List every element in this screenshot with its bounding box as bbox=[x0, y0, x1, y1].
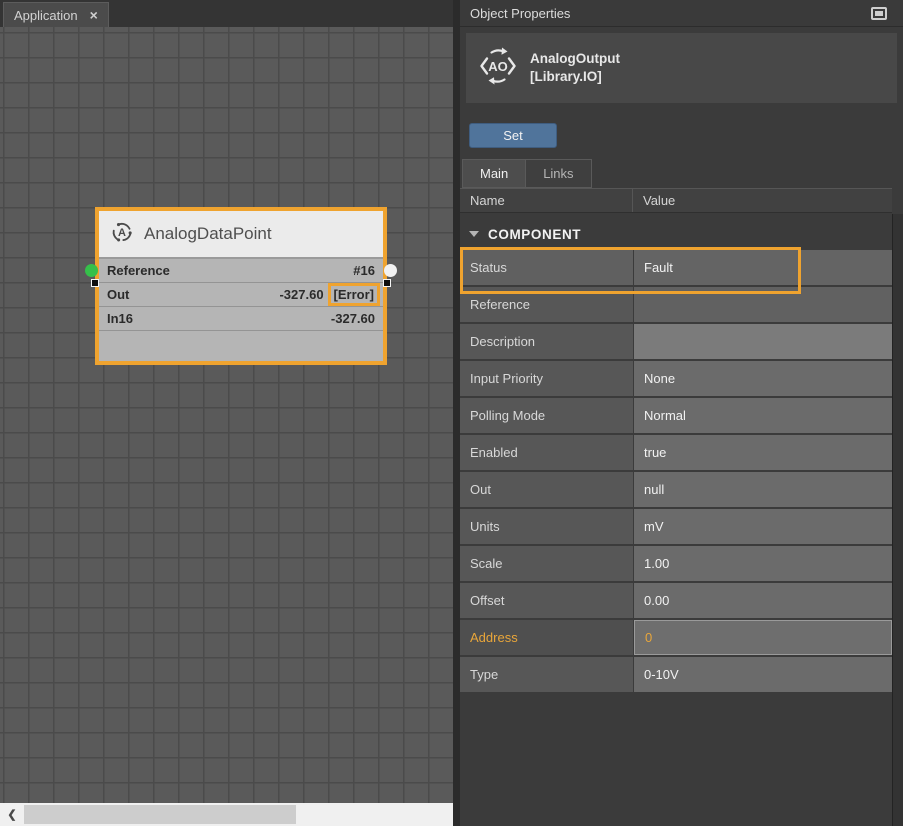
props-tabs: MainLinks bbox=[462, 159, 903, 188]
prop-name-reference: Reference bbox=[460, 287, 633, 322]
grid-right-gutter bbox=[892, 214, 903, 826]
set-button[interactable]: Set bbox=[469, 123, 557, 148]
prop-value-units[interactable]: mV bbox=[634, 509, 892, 544]
node-title: AnalogDataPoint bbox=[144, 224, 272, 244]
selection-handle-left[interactable] bbox=[91, 279, 99, 287]
prop-row-offset[interactable]: Offset0.00 bbox=[460, 583, 892, 618]
prop-name-description: Description bbox=[460, 324, 633, 359]
prop-name-offset: Offset bbox=[460, 583, 633, 618]
object-properties-pane: Object Properties AO AnalogOutput [Libra… bbox=[460, 0, 903, 826]
column-header-name: Name bbox=[460, 189, 633, 212]
document-tabbar: Application × bbox=[0, 0, 453, 27]
scroll-left-arrow-icon[interactable]: ❮ bbox=[2, 803, 22, 826]
panel-title: Object Properties bbox=[470, 6, 570, 21]
prop-row-type[interactable]: Type0-10V bbox=[460, 657, 892, 692]
analog-datapoint-node[interactable]: A AnalogDataPoint Reference #16 Out -327.60… bbox=[95, 207, 387, 365]
section-label: COMPONENT bbox=[488, 227, 581, 242]
node-slot-value: -327.60 bbox=[279, 287, 323, 302]
dock-icon[interactable] bbox=[871, 7, 887, 20]
prop-row-input-priority[interactable]: Input PriorityNone bbox=[460, 361, 892, 396]
prop-value-input-priority[interactable]: None bbox=[634, 361, 892, 396]
grid-column-header: Name Value bbox=[460, 188, 892, 213]
prop-value-reference[interactable] bbox=[634, 287, 892, 322]
node-row-reference[interactable]: Reference #16 bbox=[99, 259, 383, 283]
tab-main[interactable]: Main bbox=[462, 159, 526, 188]
diagram-pane: Application × A bbox=[0, 0, 453, 826]
node-row-empty bbox=[99, 331, 383, 361]
horizontal-scrollbar[interactable]: ❮ bbox=[0, 803, 457, 826]
selection-handle-right[interactable] bbox=[383, 279, 391, 287]
object-header-card: AO AnalogOutput [Library.IO] bbox=[466, 33, 897, 103]
prop-row-description[interactable]: Description bbox=[460, 324, 892, 359]
wiresheet-canvas[interactable]: A AnalogDataPoint Reference #16 Out -327.60… bbox=[0, 27, 453, 803]
prop-value-scale[interactable]: 1.00 bbox=[634, 546, 892, 581]
prop-value-description[interactable] bbox=[634, 324, 892, 359]
prop-name-out: Out bbox=[460, 472, 633, 507]
prop-row-units[interactable]: UnitsmV bbox=[460, 509, 892, 544]
prop-row-reference[interactable]: Reference bbox=[460, 287, 892, 322]
property-grid: StatusFaultReferenceDescriptionInput Pri… bbox=[460, 250, 892, 692]
prop-name-input-priority: Input Priority bbox=[460, 361, 633, 396]
object-type-title: AnalogOutput bbox=[530, 50, 620, 68]
node-row-in16[interactable]: In16 -327.60 bbox=[99, 307, 383, 331]
prop-value-offset[interactable]: 0.00 bbox=[634, 583, 892, 618]
prop-row-enabled[interactable]: Enabledtrue bbox=[460, 435, 892, 470]
prop-row-polling-mode[interactable]: Polling ModeNormal bbox=[460, 398, 892, 433]
section-component[interactable]: COMPONENT bbox=[460, 218, 903, 250]
prop-row-status[interactable]: StatusFault bbox=[460, 250, 892, 285]
node-slot-name: In16 bbox=[107, 311, 133, 326]
collapse-triangle-icon bbox=[469, 231, 479, 237]
analog-output-icon: AO bbox=[478, 46, 518, 91]
prop-row-out[interactable]: Outnull bbox=[460, 472, 892, 507]
prop-name-address: Address bbox=[460, 620, 633, 655]
svg-text:A: A bbox=[118, 227, 126, 239]
prop-value-address[interactable]: 0 bbox=[634, 620, 892, 655]
prop-name-scale: Scale bbox=[460, 546, 633, 581]
prop-row-scale[interactable]: Scale1.00 bbox=[460, 546, 892, 581]
column-header-value: Value bbox=[633, 193, 675, 208]
prop-row-address[interactable]: Address0 bbox=[460, 620, 892, 655]
svg-text:AO: AO bbox=[488, 58, 508, 73]
analog-datapoint-icon: A bbox=[111, 221, 133, 248]
output-port[interactable] bbox=[384, 264, 397, 277]
panel-titlebar: Object Properties bbox=[460, 0, 903, 27]
prop-value-type[interactable]: 0-10V bbox=[634, 657, 892, 692]
node-rows: Reference #16 Out -327.60 [Error] In16 -327.60 bbox=[99, 259, 383, 361]
node-slot-name: Out bbox=[107, 287, 129, 302]
error-badge: [Error] bbox=[328, 283, 380, 306]
prop-name-units: Units bbox=[460, 509, 633, 544]
node-row-out[interactable]: Out -327.60 [Error] bbox=[99, 283, 383, 307]
object-library-subtitle: [Library.IO] bbox=[530, 68, 620, 86]
prop-value-out[interactable]: null bbox=[634, 472, 892, 507]
tab-application-label: Application bbox=[14, 8, 78, 23]
prop-name-enabled: Enabled bbox=[460, 435, 633, 470]
prop-name-polling-mode: Polling Mode bbox=[460, 398, 633, 433]
prop-name-type: Type bbox=[460, 657, 633, 692]
close-icon[interactable]: × bbox=[90, 8, 98, 22]
pane-splitter[interactable] bbox=[453, 0, 460, 826]
scrollbar-thumb[interactable] bbox=[24, 805, 296, 824]
node-slot-value: #16 bbox=[353, 263, 375, 278]
node-slot-name: Reference bbox=[107, 263, 170, 278]
node-header[interactable]: A AnalogDataPoint bbox=[99, 211, 383, 259]
prop-value-status[interactable]: Fault bbox=[634, 250, 892, 285]
input-port[interactable] bbox=[85, 264, 98, 277]
tab-links[interactable]: Links bbox=[526, 159, 591, 188]
node-slot-value: -327.60 bbox=[331, 311, 375, 326]
tab-application[interactable]: Application × bbox=[3, 2, 109, 27]
prop-name-status: Status bbox=[460, 250, 633, 285]
prop-value-polling-mode[interactable]: Normal bbox=[634, 398, 892, 433]
prop-value-enabled[interactable]: true bbox=[634, 435, 892, 470]
